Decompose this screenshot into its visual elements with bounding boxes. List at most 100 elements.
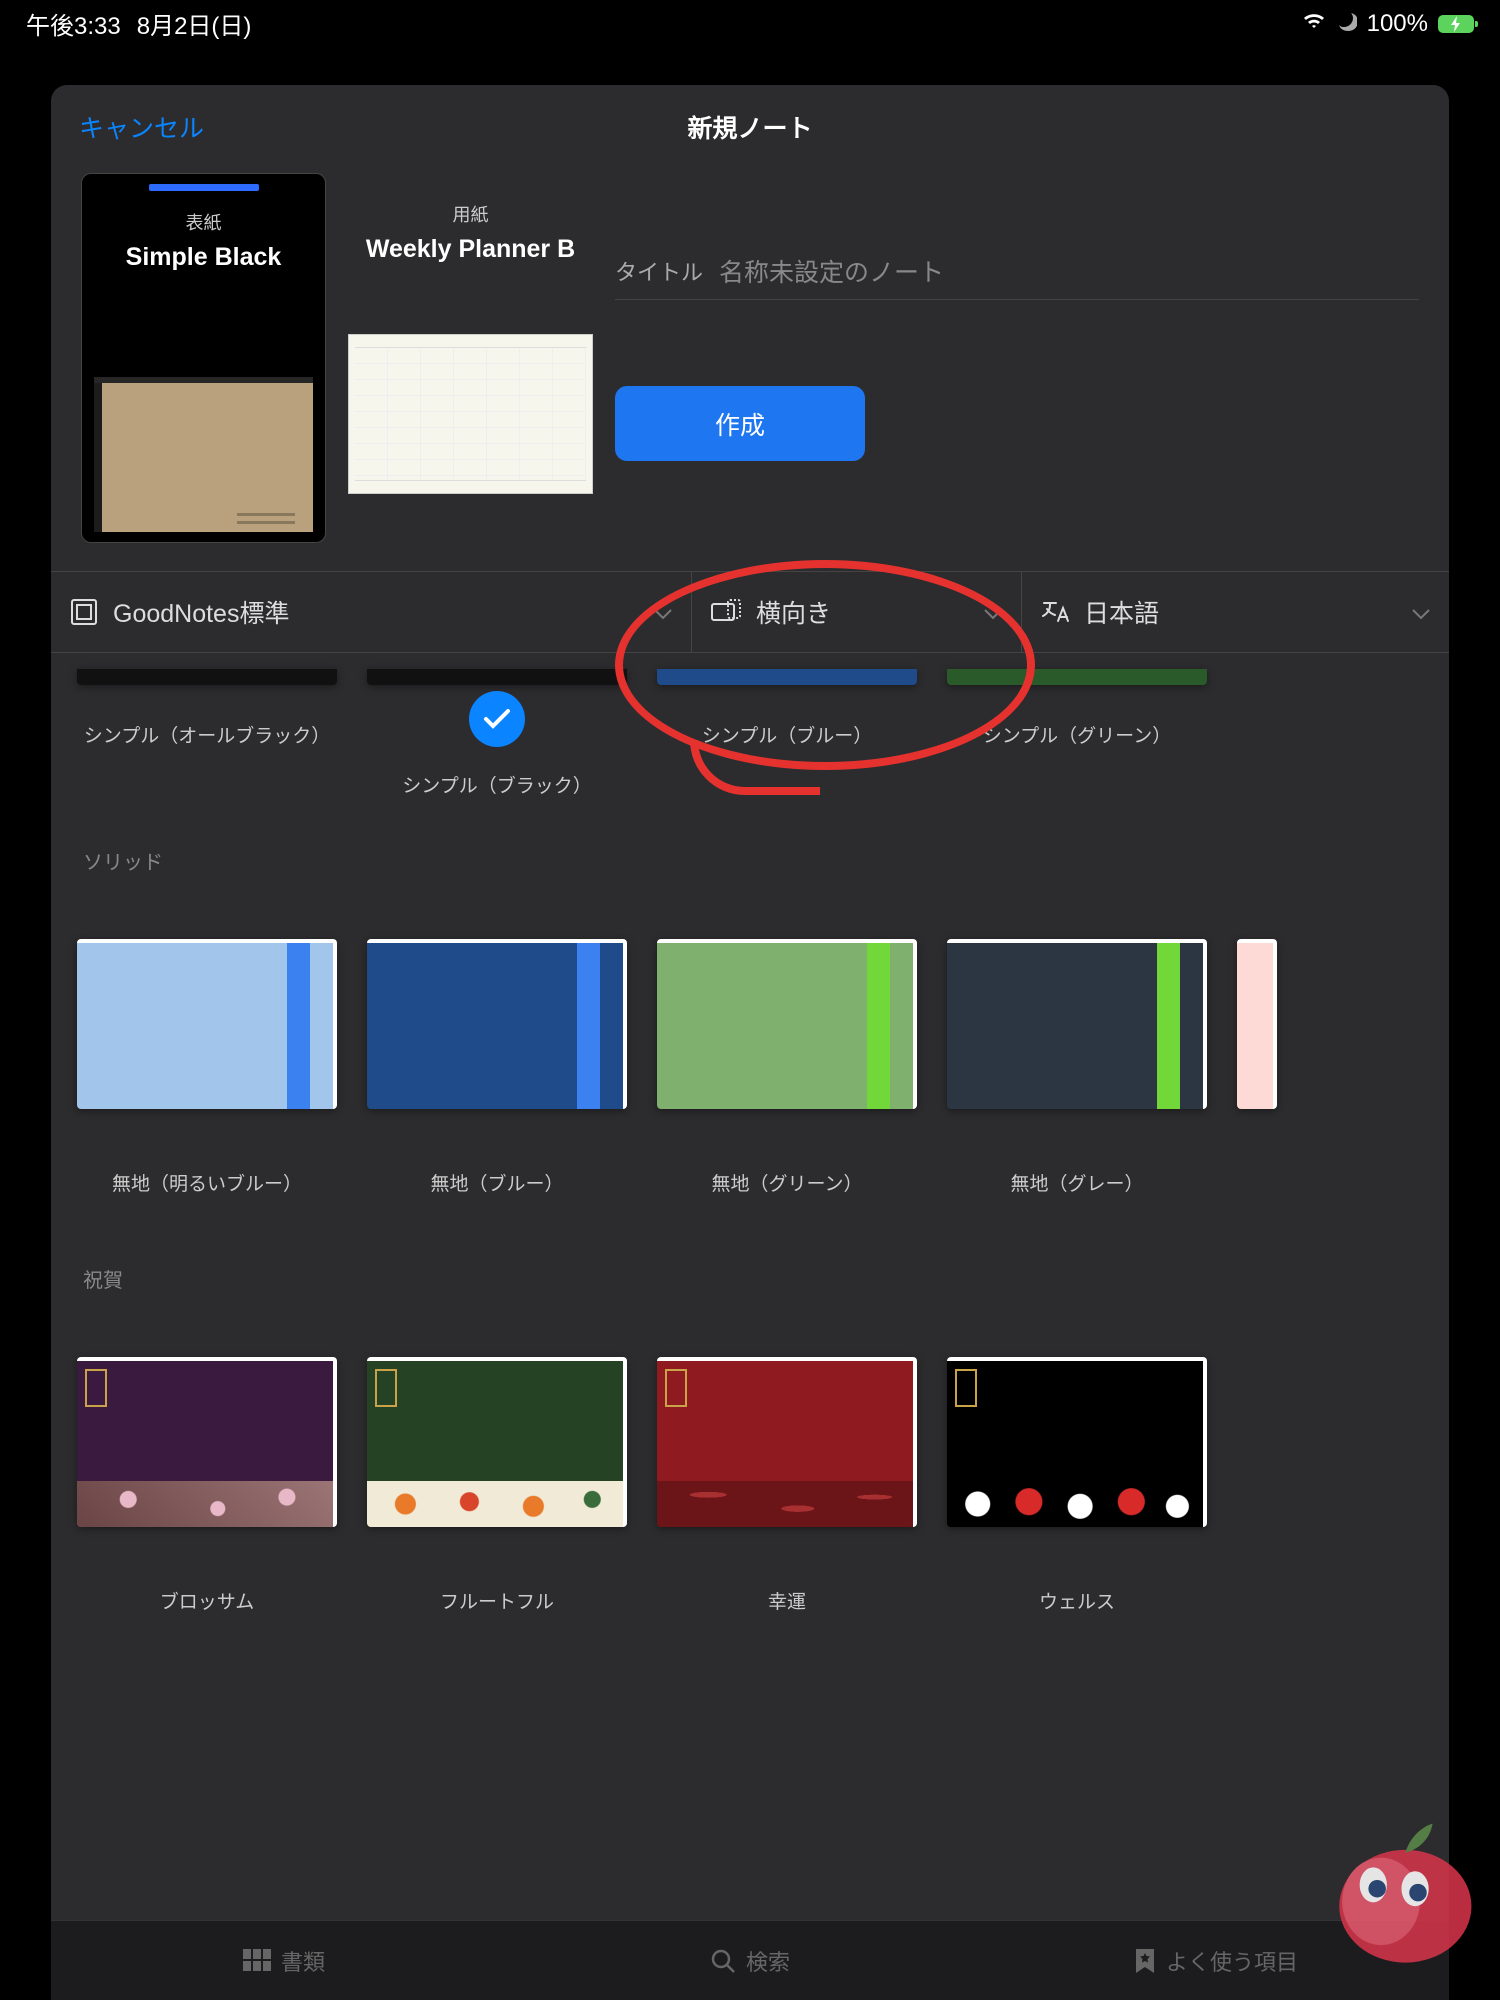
moon-icon [1337, 10, 1357, 38]
cover-thumb [367, 669, 627, 685]
chevron-down-icon [653, 598, 673, 627]
cover-thumb [947, 939, 1207, 1109]
sheet-title: 新規ノート [687, 109, 812, 145]
grid-icon [243, 1949, 271, 1973]
cover-thumb [947, 669, 1207, 685]
title-row[interactable]: タイトル 名称未設定のノート [615, 243, 1419, 300]
status-time: 午後3:33 [26, 6, 121, 41]
cover-caption: シンプル（オールブラック） [84, 721, 330, 748]
status-bar: 午後3:33 8月2日(日) 100% [0, 0, 1500, 47]
cover-tile[interactable]: ブロッサム [77, 1357, 337, 1614]
pattern-strip [367, 1481, 623, 1527]
cover-thumb [367, 1357, 627, 1527]
orientation-label: 横向き [756, 594, 831, 630]
cover-gallery[interactable]: シンプル（オールブラック） シンプル（ブラック） シンプル（ブルー） シンプル（グリー… [51, 653, 1449, 2000]
cover-thumb [77, 1357, 337, 1527]
cover-thumb [657, 939, 917, 1109]
chevron-down-icon [1411, 598, 1431, 627]
cover-tile[interactable]: フルートフル [367, 1357, 627, 1614]
cover-accent [149, 184, 259, 191]
tab-documents-label: 書類 [281, 1945, 325, 1977]
cover-thumb [947, 1357, 1207, 1527]
orientation-icon [710, 598, 742, 626]
corner-ornament [85, 1369, 107, 1407]
cover-tile[interactable]: シンプル（ブルー） [657, 669, 917, 798]
cover-tile[interactable]: 無地（グレー） [947, 939, 1207, 1196]
cover-tile[interactable]: ウェルス [947, 1357, 1207, 1614]
paper-label: 用紙 [453, 201, 489, 227]
cover-thumb [77, 939, 337, 1109]
cover-thumb [1237, 939, 1277, 1109]
orientation-selector[interactable]: 横向き [691, 572, 1021, 652]
language-selector[interactable]: 日本語 [1021, 572, 1449, 652]
corner-ornament [955, 1369, 977, 1407]
pattern-strip [77, 1481, 333, 1527]
celebrate-group: 祝賀 ブロッサム フルートフル 幸運 ウェルス [77, 1216, 1423, 1634]
status-date: 8月2日(日) [137, 6, 252, 41]
cover-tile[interactable]: 無地（グリーン） [657, 939, 917, 1196]
battery-icon [1438, 15, 1474, 33]
cover-label: 表紙 [186, 209, 222, 235]
cover-tile[interactable]: 無地（明るいブルー） [77, 939, 337, 1196]
cover-tile[interactable]: 幸運 [657, 1357, 917, 1614]
celebrate-heading: 祝賀 [83, 1264, 1423, 1293]
simple-row: シンプル（オールブラック） シンプル（ブラック） シンプル（ブルー） シンプル（グリー… [77, 669, 1423, 798]
corner-ornament [375, 1369, 397, 1407]
template-icon [69, 597, 99, 627]
cancel-button[interactable]: キャンセル [79, 109, 204, 145]
search-icon [710, 1948, 736, 1974]
wifi-icon [1301, 10, 1327, 38]
cover-tile[interactable]: シンプル（オールブラック） [77, 669, 337, 798]
cover-caption: ウェルス [1039, 1587, 1115, 1614]
config-row: 表紙 Simple Black 用紙 Weekly Planner B タイトル… [51, 169, 1449, 571]
watermark-apple [1313, 1809, 1488, 1974]
create-button[interactable]: 作成 [615, 386, 865, 461]
tab-search-label: 検索 [746, 1945, 790, 1977]
cover-caption: 無地（グリーン） [711, 1169, 862, 1196]
paper-name: Weekly Planner B [366, 235, 575, 264]
corner-ornament [665, 1369, 687, 1407]
solid-group: ソリッド 無地（明るいブルー） 無地（ブルー） 無地（グリーン） 無地（グレー） [77, 798, 1423, 1216]
cover-thumbnail [94, 377, 313, 532]
tab-bar: 書類 検索 よく使う項目 [51, 1920, 1449, 2000]
cover-tile[interactable]: シンプル（グリーン） [947, 669, 1207, 798]
bookmark-star-icon [1134, 1947, 1156, 1975]
cover-caption: 幸運 [768, 1587, 806, 1614]
paper-picker[interactable]: 用紙 Weekly Planner B [348, 173, 593, 543]
cover-tile[interactable]: 無地（ブルー） [367, 939, 627, 1196]
chevron-down-icon [983, 598, 1003, 627]
tab-documents[interactable]: 書類 [51, 1921, 517, 2000]
cover-thumb [657, 669, 917, 685]
cover-caption: 無地（ブルー） [430, 1169, 563, 1196]
battery-pct: 100% [1367, 10, 1428, 38]
cover-caption: 無地（グレー） [1010, 1169, 1143, 1196]
cover-caption: ブロッサム [160, 1587, 255, 1614]
solid-heading: ソリッド [83, 846, 1423, 875]
new-note-sheet: キャンセル 新規ノート 表紙 Simple Black 用紙 Weekly Pl… [51, 85, 1449, 2000]
cover-thumb [657, 1357, 917, 1527]
cover-tile[interactable] [1237, 939, 1277, 1196]
solid-row: 無地（明るいブルー） 無地（ブルー） 無地（グリーン） 無地（グレー） [77, 939, 1423, 1196]
celebrate-row: ブロッサム フルートフル 幸運 ウェルス [77, 1357, 1423, 1614]
check-icon [469, 691, 525, 747]
tab-search[interactable]: 検索 [517, 1921, 983, 2000]
pattern-strip [947, 1481, 1203, 1527]
cover-name: Simple Black [126, 243, 282, 272]
cover-thumb [77, 669, 337, 685]
tab-favorites-label: よく使う項目 [1166, 1945, 1298, 1977]
cover-caption: シンプル（ブルー） [702, 721, 872, 748]
cover-tile[interactable]: シンプル（ブラック） [367, 669, 627, 798]
sheet-header: キャンセル 新規ノート [51, 85, 1449, 169]
source-selector[interactable]: GoodNotes標準 [51, 572, 691, 652]
pattern-strip [657, 1481, 913, 1527]
cover-caption: シンプル（ブラック） [402, 771, 591, 798]
source-label: GoodNotes標準 [113, 594, 289, 630]
language-icon [1040, 597, 1070, 627]
language-label: 日本語 [1084, 594, 1159, 630]
paper-thumbnail [348, 334, 593, 494]
cover-caption: フルートフル [440, 1587, 554, 1614]
cover-picker[interactable]: 表紙 Simple Black [81, 173, 326, 543]
cover-thumb [367, 939, 627, 1109]
cover-caption: 無地（明るいブルー） [112, 1169, 302, 1196]
title-input[interactable]: 名称未設定のノート [719, 253, 944, 289]
